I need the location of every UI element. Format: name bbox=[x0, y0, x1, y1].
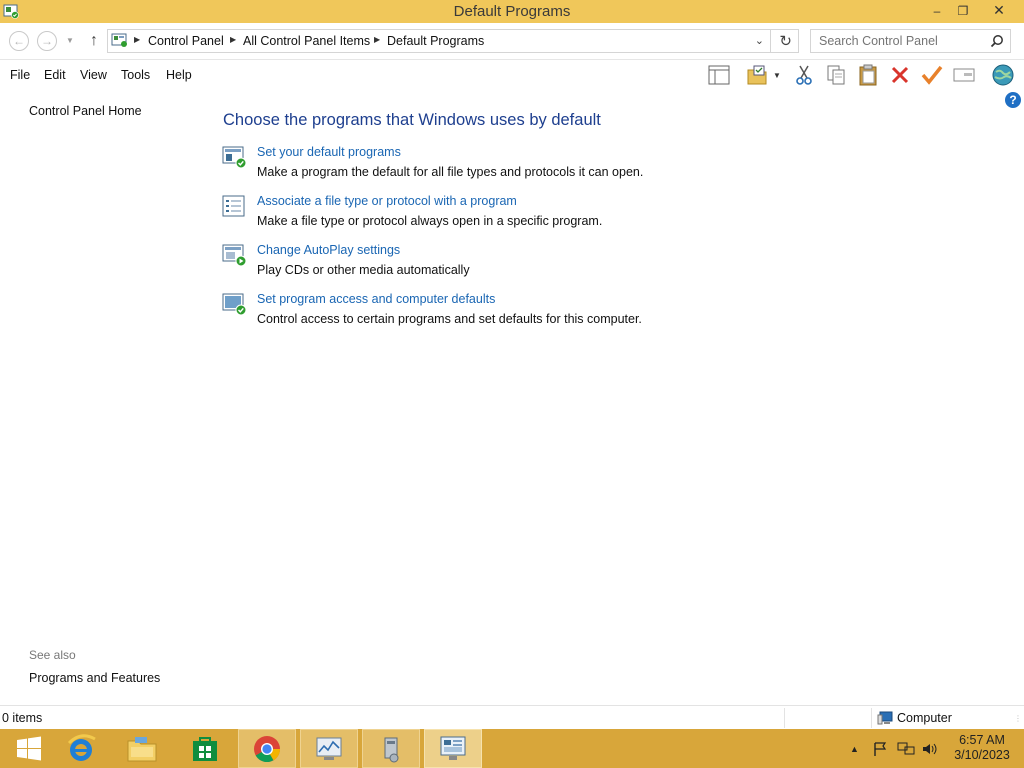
page-title: Choose the programs that Windows uses by… bbox=[223, 111, 601, 129]
copy-icon[interactable] bbox=[823, 62, 849, 88]
items-count: 0 items bbox=[2, 711, 43, 725]
program-access-defaults-link[interactable]: Set program access and computer defaults bbox=[257, 292, 495, 306]
task-description: Play CDs or other media automatically bbox=[257, 263, 470, 277]
paste-icon[interactable] bbox=[855, 62, 881, 88]
title-bar: Default Programs – ❐ ✕ bbox=[0, 0, 1024, 23]
programs-and-features-link[interactable]: Programs and Features bbox=[29, 671, 160, 685]
folder-options-dropdown-icon[interactable]: ▼ bbox=[770, 62, 784, 88]
menu-help[interactable]: Help bbox=[166, 68, 192, 82]
folder-options-icon[interactable] bbox=[744, 62, 770, 88]
up-button[interactable]: ↑ bbox=[86, 32, 102, 50]
arrow-left-icon: ← bbox=[13, 34, 25, 48]
navigation-bar: ← → ▼ ↑ ▶ Control Panel ▶ All Control Pa… bbox=[0, 23, 1024, 60]
computer-icon bbox=[877, 711, 893, 725]
arrow-up-icon: ↑ bbox=[90, 32, 98, 49]
breadcrumb-separator-icon[interactable]: ▶ bbox=[230, 35, 236, 44]
internet-explorer-icon[interactable] bbox=[52, 729, 110, 768]
left-pane: Control Panel Home See also Programs and… bbox=[0, 90, 205, 705]
delete-icon[interactable] bbox=[887, 62, 913, 88]
chrome-icon[interactable] bbox=[238, 729, 296, 768]
default-programs-icon bbox=[222, 146, 247, 169]
recent-locations-dropdown[interactable]: ▼ bbox=[66, 36, 74, 45]
task-description: Control access to certain programs and s… bbox=[257, 312, 642, 326]
breadcrumb-all-items[interactable]: All Control Panel Items bbox=[243, 34, 370, 48]
breadcrumb-default-programs[interactable]: Default Programs bbox=[387, 34, 484, 48]
chevron-down-icon[interactable]: ⌄ bbox=[755, 34, 764, 47]
file-association-icon bbox=[222, 195, 245, 217]
minimize-button[interactable]: – bbox=[924, 0, 950, 21]
menu-edit[interactable]: Edit bbox=[44, 68, 66, 82]
control-panel-icon[interactable] bbox=[424, 729, 482, 768]
resize-grip-icon[interactable]: ⋮ bbox=[1014, 714, 1022, 726]
forward-button[interactable]: → bbox=[37, 31, 57, 51]
autoplay-icon bbox=[222, 244, 247, 267]
program-access-icon bbox=[222, 293, 247, 316]
system-tool-icon[interactable] bbox=[362, 729, 420, 768]
show-hidden-icons-icon[interactable]: ▲ bbox=[850, 729, 859, 768]
menu-tools[interactable]: Tools bbox=[121, 68, 150, 82]
task-program-access: Set program access and computer defaults… bbox=[221, 292, 821, 332]
performance-monitor-icon[interactable] bbox=[300, 729, 358, 768]
refresh-icon[interactable]: ↻ bbox=[779, 32, 792, 50]
arrow-right-icon: → bbox=[41, 34, 53, 48]
task-default-programs: Set your default programs Make a program… bbox=[221, 145, 821, 185]
start-button[interactable] bbox=[0, 729, 58, 768]
divider bbox=[784, 708, 785, 728]
task-autoplay: Change AutoPlay settings Play CDs or oth… bbox=[221, 243, 821, 283]
windows-logo-icon bbox=[17, 736, 41, 760]
menu-file[interactable]: File bbox=[10, 68, 30, 82]
task-file-association: Associate a file type or protocol with a… bbox=[221, 194, 821, 234]
cut-icon[interactable] bbox=[791, 62, 817, 88]
action-center-flag-icon[interactable] bbox=[872, 729, 888, 768]
control-panel-location-icon bbox=[111, 33, 127, 47]
associate-file-type-link[interactable]: Associate a file type or protocol with a… bbox=[257, 194, 517, 208]
window-title: Default Programs bbox=[453, 3, 571, 20]
change-autoplay-link[interactable]: Change AutoPlay settings bbox=[257, 243, 400, 257]
clock-time: 6:57 AM bbox=[959, 733, 1005, 747]
search-box[interactable] bbox=[810, 29, 1011, 53]
divider bbox=[770, 30, 771, 52]
breadcrumb-control-panel[interactable]: Control Panel bbox=[148, 34, 224, 48]
clock-date: 3/10/2023 bbox=[954, 748, 1010, 762]
see-also-label: See also bbox=[29, 648, 76, 662]
task-description: Make a program the default for all file … bbox=[257, 165, 644, 179]
layout-icon[interactable] bbox=[706, 62, 732, 88]
taskbar: ▲ 6:57 AM 3/10/2023 bbox=[0, 729, 1024, 768]
status-bar: 0 items Computer ⋮ bbox=[0, 705, 1024, 729]
close-button[interactable]: ✕ bbox=[976, 0, 1022, 21]
globe-icon[interactable] bbox=[990, 62, 1016, 88]
breadcrumb-separator-icon[interactable]: ▶ bbox=[374, 35, 380, 44]
store-icon[interactable] bbox=[176, 729, 234, 768]
restore-button[interactable]: ❐ bbox=[950, 0, 976, 21]
task-description: Make a file type or protocol always open… bbox=[257, 214, 603, 228]
volume-icon[interactable] bbox=[921, 729, 939, 768]
network-icon[interactable] bbox=[897, 729, 915, 768]
checkmark-icon[interactable] bbox=[919, 62, 945, 88]
set-default-programs-link[interactable]: Set your default programs bbox=[257, 145, 401, 159]
divider bbox=[871, 708, 872, 728]
properties-icon[interactable] bbox=[951, 62, 977, 88]
help-icon[interactable]: ? bbox=[1005, 92, 1021, 108]
back-button[interactable]: ← bbox=[9, 31, 29, 51]
menu-view[interactable]: View bbox=[80, 68, 107, 82]
breadcrumb-separator-icon[interactable]: ▶ bbox=[134, 35, 140, 44]
control-panel-home-link[interactable]: Control Panel Home bbox=[29, 104, 142, 118]
address-bar[interactable]: ▶ Control Panel ▶ All Control Panel Item… bbox=[107, 29, 799, 53]
search-input[interactable] bbox=[811, 30, 989, 52]
location-label: Computer bbox=[897, 711, 952, 725]
search-icon[interactable] bbox=[990, 34, 1004, 48]
file-explorer-icon[interactable] bbox=[113, 729, 171, 768]
menu-bar: File Edit View Tools Help ▼ bbox=[0, 60, 1024, 90]
taskbar-clock[interactable]: 6:57 AM 3/10/2023 bbox=[944, 733, 1020, 762]
